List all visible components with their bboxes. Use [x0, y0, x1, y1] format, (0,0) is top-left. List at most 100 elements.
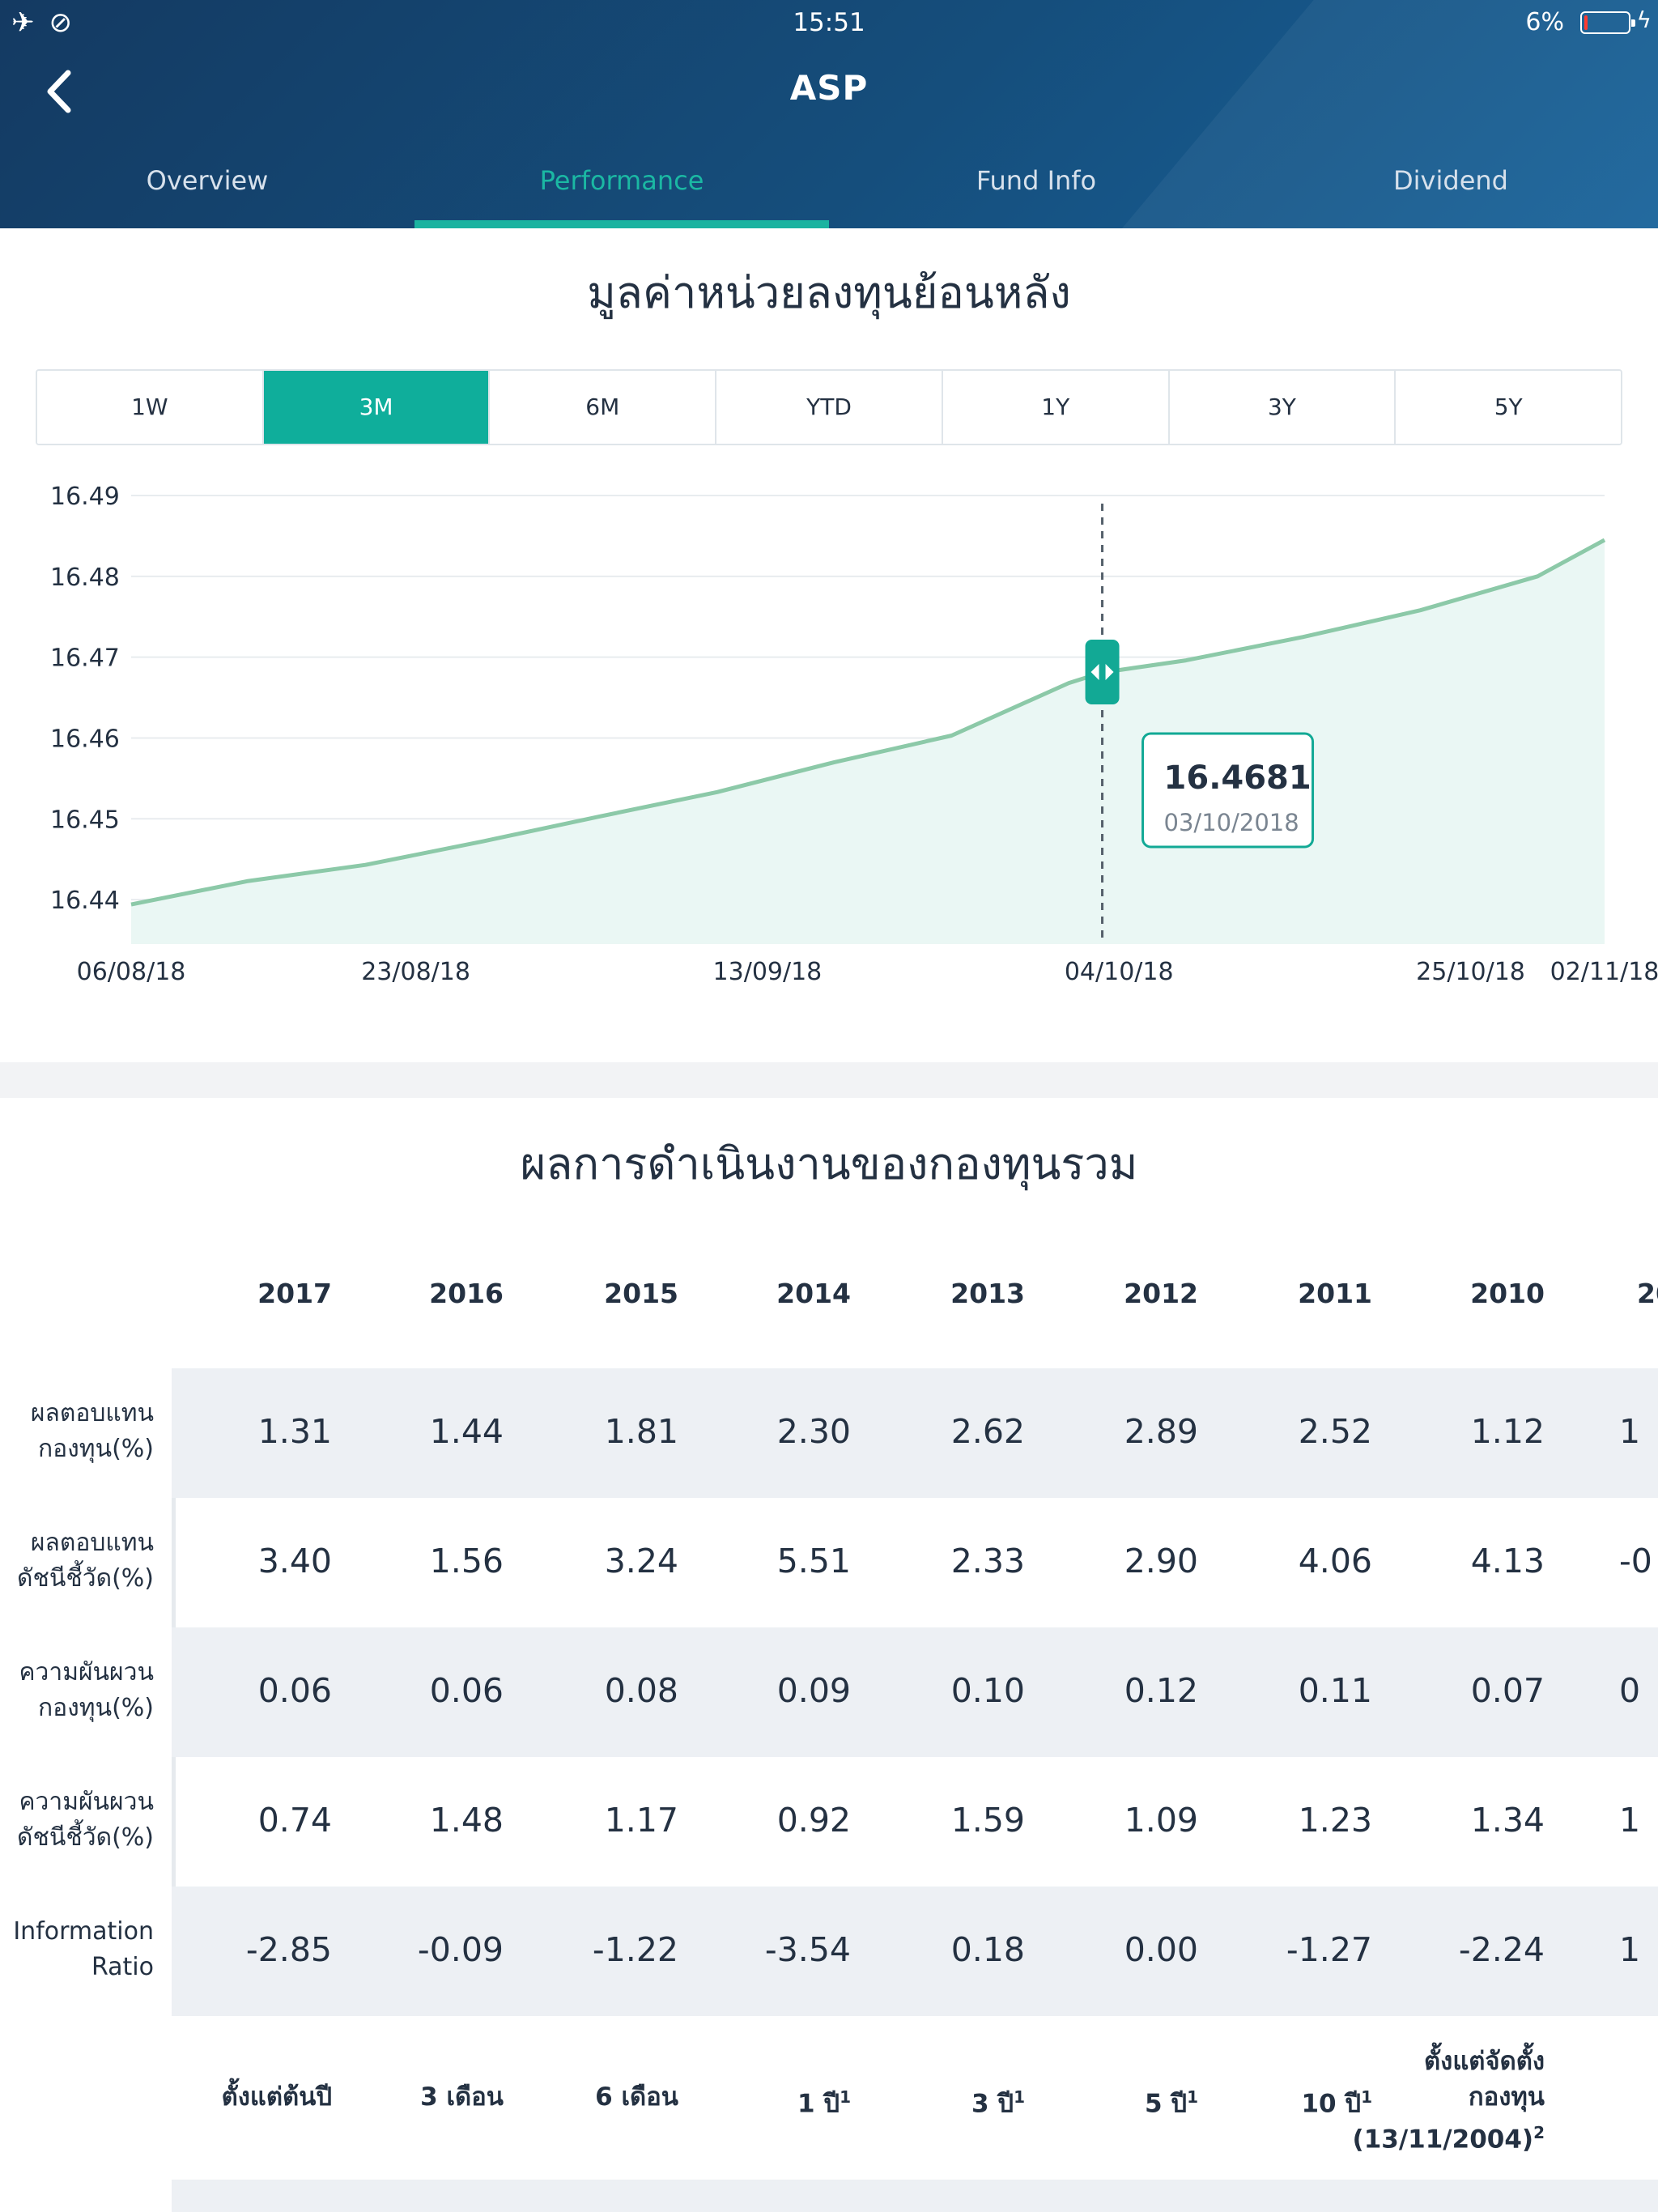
table-cell: -1.27 [1286, 1930, 1372, 1969]
status-bar: ✈ ⊘ 15:51 6% ϟ [0, 0, 1658, 45]
table-cell: -2.24 [1458, 1930, 1545, 1969]
performance-title: ผลการดำเนินงานของกองทุนรวม [520, 1138, 1138, 1189]
range-3m-button[interactable]: 3M [263, 371, 491, 444]
table-cell: 0.07 [1470, 1671, 1545, 1710]
table-cell: -1.22 [592, 1930, 678, 1969]
table-cell: 2.52 [1298, 1412, 1372, 1451]
table-cell: 1.56 [429, 1542, 504, 1580]
year-column-header: 2014 [776, 1278, 851, 1309]
table-cell: 2.62 [950, 1412, 1025, 1451]
row-label: ผลตอบแทน ดัชนีชี้วัด(%) [17, 1529, 154, 1593]
table-cell: 0.06 [429, 1671, 504, 1710]
table-cell: 3.40 [257, 1542, 332, 1580]
year-column-header: 2012 [1124, 1278, 1198, 1309]
table-cell: 0.74 [257, 1801, 332, 1840]
table-cell: 0.11 [1298, 1671, 1372, 1710]
table-cell: 0 [1619, 1671, 1641, 1710]
tab-dividend[interactable]: Dividend [1244, 154, 1658, 228]
battery-nub [1631, 19, 1635, 27]
table-cell: 2.90 [1124, 1542, 1198, 1580]
table-cell: 0.00 [1124, 1930, 1198, 1969]
series-area [131, 539, 1605, 944]
x-tick-label: 25/10/18 [1416, 958, 1525, 986]
period-label: ตั้งแต่จัดตั้ง กองทุน (13/11/2004) [1352, 2047, 1545, 2155]
period-header-row: ตั้งแต่ต้นปี 3 เดือน 6 เดือน 1 ปี1 3 ปี1 5 ปี… [0, 2044, 1658, 2157]
table-cell: 1.17 [604, 1801, 678, 1840]
x-tick-label: 13/09/18 [713, 958, 823, 986]
tab-overview[interactable]: Overview [0, 154, 414, 228]
nav-history-card: มูลค่าหน่วยลงทุนย้อนหลัง 1W 3M 6M YTD 1Y… [0, 228, 1658, 1062]
year-column-header: 2016 [429, 1278, 504, 1309]
table-cell: 3.24 [604, 1542, 678, 1580]
battery-icon [1580, 11, 1635, 34]
table-cell: 1.44 [429, 1412, 504, 1451]
table-cell: 0.06 [257, 1671, 332, 1710]
page-title: ASP [789, 68, 869, 108]
row-label: ผลตอบแทน กองทุน(%) [30, 1399, 154, 1463]
year-column-header: 2017 [257, 1278, 332, 1309]
table-cell: 0.10 [950, 1671, 1025, 1710]
y-tick-label: 16.44 [50, 887, 120, 915]
range-6m-button[interactable]: 6M [490, 371, 717, 444]
table-cell: 0.08 [604, 1671, 678, 1710]
charging-icon: ϟ [1636, 6, 1652, 33]
year-header-row: 2017 2016 2015 2014 2013 2012 2011 2010 20 [0, 1278, 1658, 1326]
table-cell: 1.23 [1298, 1801, 1372, 1840]
table-cell: 4.06 [1298, 1542, 1372, 1580]
row-label: ความผันผวน กองทุน(%) [19, 1658, 154, 1722]
table-row [172, 2180, 1658, 2212]
table-cell: 2.30 [776, 1412, 851, 1451]
nav-chart[interactable]: 16.49 16.48 16.47 16.46 16.45 16.44 06/08/18 23… [0, 471, 1658, 1054]
range-ytd-button[interactable]: YTD [716, 371, 943, 444]
table-cell: 2.33 [950, 1542, 1025, 1580]
range-3y-button[interactable]: 3Y [1169, 371, 1397, 444]
tab-fund-info[interactable]: Fund Info [829, 154, 1244, 228]
year-column-header: 20 [1637, 1278, 1658, 1309]
table-cell: 0.12 [1124, 1671, 1198, 1710]
period-column-header: ตั้งแต่จัดตั้ง กองทุน (13/11/2004)2 [1318, 2044, 1545, 2157]
table-cell: 1 [1619, 1930, 1641, 1969]
table-cell: 1.12 [1470, 1412, 1545, 1451]
year-column-header: 2010 [1470, 1278, 1545, 1309]
table-cell: 1.48 [429, 1801, 504, 1840]
cursor-handle[interactable] [1085, 640, 1120, 704]
status-time: 15:51 [793, 8, 865, 37]
row-label: ความผันผวน ดัชนีชี้วัด(%) [17, 1788, 154, 1852]
y-tick-label: 16.49 [50, 483, 120, 511]
app-header: ✈ ⊘ 15:51 6% ϟ ASP Overview Performance F… [0, 0, 1658, 228]
battery-fill [1584, 15, 1588, 30]
x-tick-label: 02/11/18 [1550, 958, 1658, 986]
table-cell: 1.31 [257, 1412, 332, 1451]
tab-bar: Overview Performance Fund Info Dividend [0, 154, 1658, 228]
table-cell: 1.59 [950, 1801, 1025, 1840]
x-tick-label: 06/08/18 [77, 958, 186, 986]
range-selector: 1W 3M 6M YTD 1Y 3Y 5Y [36, 369, 1622, 445]
table-cell: 1 [1619, 1412, 1641, 1451]
range-5y-button[interactable]: 5Y [1396, 371, 1621, 444]
table-row: ความผันผวน ดัชนีชี้วัด(%) 0.74 1.48 1.17 0.9… [0, 1757, 1658, 1887]
chart-title: มูลค่าหน่วยลงทุนย้อนหลัง [587, 267, 1071, 318]
table-row: ผลตอบแทน กองทุน(%) 1.31 1.44 1.81 2.30 2.62 2.… [0, 1368, 1658, 1498]
year-column-header: 2013 [950, 1278, 1025, 1309]
table-cell: -0 [1619, 1542, 1652, 1580]
range-1y-button[interactable]: 1Y [942, 371, 1170, 444]
table-cell: 0.92 [776, 1801, 851, 1840]
table-cell: 4.13 [1470, 1542, 1545, 1580]
table-cell: 1 [1619, 1801, 1641, 1840]
table-cell: 0.18 [950, 1930, 1025, 1969]
y-tick-label: 16.46 [50, 725, 120, 753]
y-tick-label: 16.47 [50, 644, 120, 673]
y-tick-label: 16.45 [50, 806, 120, 834]
table-cell: 1.81 [604, 1412, 678, 1451]
table-row: ผลตอบแทน ดัชนีชี้วัด(%) 3.40 1.56 3.24 5.51 2… [0, 1498, 1658, 1627]
tooltip-date: 03/10/2018 [1164, 809, 1299, 836]
table-cell: -0.09 [417, 1930, 504, 1969]
row-label: Information Ratio [13, 1917, 154, 1981]
range-1w-button[interactable]: 1W [37, 371, 264, 444]
table-cell: -2.85 [245, 1930, 332, 1969]
tab-performance[interactable]: Performance [414, 154, 829, 228]
performance-card: ผลการดำเนินงานของกองทุนรวม 2017 2016 2015 2… [0, 1098, 1658, 2212]
battery-percent: 6% [1525, 8, 1564, 36]
table-cell: 2.89 [1124, 1412, 1198, 1451]
table-row: ความผันผวน กองทุน(%) 0.06 0.06 0.08 0.09 0.10… [0, 1627, 1658, 1757]
